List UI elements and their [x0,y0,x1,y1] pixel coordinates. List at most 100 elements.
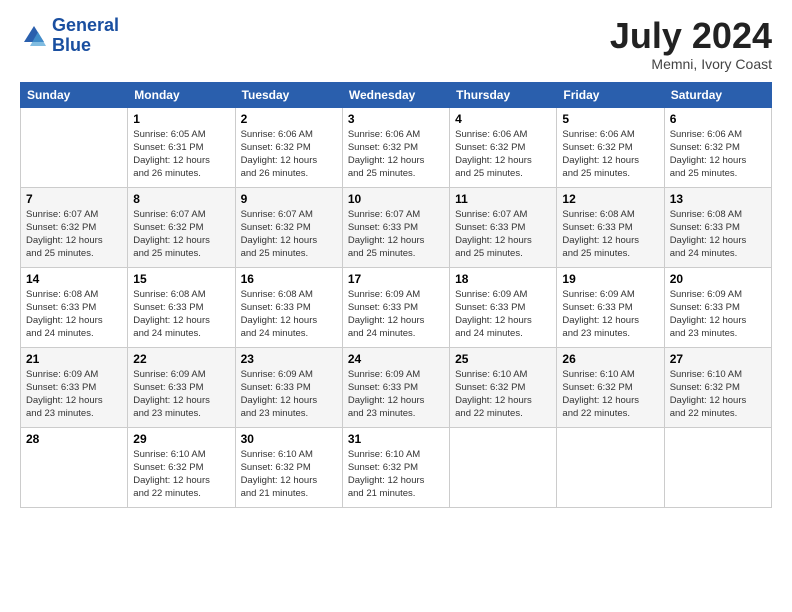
table-cell: 15 Sunrise: 6:08 AMSunset: 6:33 PMDayligh… [128,267,235,347]
logo-icon [20,22,48,50]
table-cell: 22 Sunrise: 6:09 AMSunset: 6:33 PMDayligh… [128,347,235,427]
day-info: Sunrise: 6:09 AMSunset: 6:33 PMDaylight:… [348,368,444,421]
day-info: Sunrise: 6:08 AMSunset: 6:33 PMDaylight:… [26,288,122,341]
day-info: Sunrise: 6:08 AMSunset: 6:33 PMDaylight:… [241,288,337,341]
day-info: Sunrise: 6:06 AMSunset: 6:32 PMDaylight:… [348,128,444,181]
table-cell: 16 Sunrise: 6:08 AMSunset: 6:33 PMDayligh… [235,267,342,347]
day-number: 11 [455,192,551,206]
day-number: 20 [670,272,766,286]
day-number: 1 [133,112,229,126]
day-info: Sunrise: 6:09 AMSunset: 6:33 PMDaylight:… [670,288,766,341]
table-cell: 27 Sunrise: 6:10 AMSunset: 6:32 PMDayligh… [664,347,771,427]
col-thursday: Thursday [450,82,557,107]
table-cell: 6 Sunrise: 6:06 AMSunset: 6:32 PMDaylight… [664,107,771,187]
col-tuesday: Tuesday [235,82,342,107]
col-monday: Monday [128,82,235,107]
day-info: Sunrise: 6:10 AMSunset: 6:32 PMDaylight:… [133,448,229,501]
table-row: 7 Sunrise: 6:07 AMSunset: 6:32 PMDaylight… [21,187,772,267]
table-cell: 26Sunrise: 6:10 AMSunset: 6:32 PMDayligh… [557,347,664,427]
table-cell [450,427,557,507]
day-number: 26 [562,352,658,366]
day-info: Sunrise: 6:08 AMSunset: 6:33 PMDaylight:… [562,208,658,261]
day-number: 18 [455,272,551,286]
month-year: July 2024 [610,16,772,56]
table-cell: 14 Sunrise: 6:08 AMSunset: 6:33 PMDayligh… [21,267,128,347]
table-cell: 20 Sunrise: 6:09 AMSunset: 6:33 PMDayligh… [664,267,771,347]
day-number: 8 [133,192,229,206]
col-wednesday: Wednesday [342,82,449,107]
day-info: Sunrise: 6:06 AMSunset: 6:32 PMDaylight:… [241,128,337,181]
day-number: 9 [241,192,337,206]
day-number: 30 [241,432,337,446]
table-row: 28 29 Sunrise: 6:10 AMSunset: 6:32 PMDayli… [21,427,772,507]
day-number: 22 [133,352,229,366]
table-cell: 9 Sunrise: 6:07 AMSunset: 6:32 PMDaylight… [235,187,342,267]
location: Memni, Ivory Coast [610,56,772,72]
day-info: Sunrise: 6:10 AMSunset: 6:32 PMDaylight:… [241,448,337,501]
day-info: Sunrise: 6:09 AMSunset: 6:33 PMDaylight:… [241,368,337,421]
day-info: Sunrise: 6:09 AMSunset: 6:33 PMDaylight:… [348,288,444,341]
day-info: Sunrise: 6:09 AMSunset: 6:33 PMDaylight:… [133,368,229,421]
day-number: 31 [348,432,444,446]
table-cell: 19 Sunrise: 6:09 AMSunset: 6:33 PMDayligh… [557,267,664,347]
table-cell: 12 Sunrise: 6:08 AMSunset: 6:33 PMDayligh… [557,187,664,267]
table-cell: 21Sunrise: 6:09 AMSunset: 6:33 PMDayligh… [21,347,128,427]
day-info: Sunrise: 6:08 AMSunset: 6:33 PMDaylight:… [133,288,229,341]
table-cell: 13Sunrise: 6:08 AMSunset: 6:33 PMDayligh… [664,187,771,267]
table-cell: 23 Sunrise: 6:09 AMSunset: 6:33 PMDayligh… [235,347,342,427]
day-number: 16 [241,272,337,286]
day-number: 29 [133,432,229,446]
day-number: 5 [562,112,658,126]
table-cell: 17 Sunrise: 6:09 AMSunset: 6:33 PMDayligh… [342,267,449,347]
table-cell: 31 Sunrise: 6:10 AMSunset: 6:32 PMDayligh… [342,427,449,507]
table-cell [21,107,128,187]
day-number: 19 [562,272,658,286]
day-number: 4 [455,112,551,126]
day-info: Sunrise: 6:09 AMSunset: 6:33 PMDaylight:… [562,288,658,341]
col-friday: Friday [557,82,664,107]
day-number: 10 [348,192,444,206]
day-number: 14 [26,272,122,286]
table-cell: 4 Sunrise: 6:06 AMSunset: 6:32 PMDaylight… [450,107,557,187]
header: General Blue July 2024 Memni, Ivory Coas… [20,16,772,72]
day-number: 2 [241,112,337,126]
table-cell: 18 Sunrise: 6:09 AMSunset: 6:33 PMDayligh… [450,267,557,347]
day-info: Sunrise: 6:07 AMSunset: 6:32 PMDaylight:… [241,208,337,261]
day-info: Sunrise: 6:06 AMSunset: 6:32 PMDaylight:… [562,128,658,181]
table-cell: 2 Sunrise: 6:06 AMSunset: 6:32 PMDaylight… [235,107,342,187]
header-row: Sunday Monday Tuesday Wednesday Thursday… [21,82,772,107]
day-number: 6 [670,112,766,126]
day-number: 17 [348,272,444,286]
day-info: Sunrise: 6:08 AMSunset: 6:33 PMDaylight:… [670,208,766,261]
table-cell: 24Sunrise: 6:09 AMSunset: 6:33 PMDayligh… [342,347,449,427]
day-info: Sunrise: 6:10 AMSunset: 6:32 PMDaylight:… [670,368,766,421]
day-number: 21 [26,352,122,366]
table-cell: 7 Sunrise: 6:07 AMSunset: 6:32 PMDaylight… [21,187,128,267]
table-cell: 3Sunrise: 6:06 AMSunset: 6:32 PMDaylight… [342,107,449,187]
day-info: Sunrise: 6:10 AMSunset: 6:32 PMDaylight:… [348,448,444,501]
logo-line1: General [52,16,119,36]
table-cell: 30 Sunrise: 6:10 AMSunset: 6:32 PMDayligh… [235,427,342,507]
day-info: Sunrise: 6:06 AMSunset: 6:32 PMDaylight:… [455,128,551,181]
day-info: Sunrise: 6:07 AMSunset: 6:32 PMDaylight:… [133,208,229,261]
day-info: Sunrise: 6:06 AMSunset: 6:32 PMDaylight:… [670,128,766,181]
table-row: 14 Sunrise: 6:08 AMSunset: 6:33 PMDayligh… [21,267,772,347]
title-block: July 2024 Memni, Ivory Coast [610,16,772,72]
col-saturday: Saturday [664,82,771,107]
day-number: 7 [26,192,122,206]
day-info: Sunrise: 6:07 AMSunset: 6:33 PMDaylight:… [455,208,551,261]
day-number: 23 [241,352,337,366]
col-sunday: Sunday [21,82,128,107]
day-number: 27 [670,352,766,366]
day-number: 12 [562,192,658,206]
day-number: 15 [133,272,229,286]
day-info: Sunrise: 6:10 AMSunset: 6:32 PMDaylight:… [455,368,551,421]
table-row: 1Sunrise: 6:05 AMSunset: 6:31 PMDaylight… [21,107,772,187]
logo-line2: Blue [52,36,119,56]
day-info: Sunrise: 6:09 AMSunset: 6:33 PMDaylight:… [455,288,551,341]
day-number: 28 [26,432,122,446]
day-info: Sunrise: 6:07 AMSunset: 6:32 PMDaylight:… [26,208,122,261]
table-cell: 28 [21,427,128,507]
table-cell: 1Sunrise: 6:05 AMSunset: 6:31 PMDaylight… [128,107,235,187]
logo: General Blue [20,16,119,56]
